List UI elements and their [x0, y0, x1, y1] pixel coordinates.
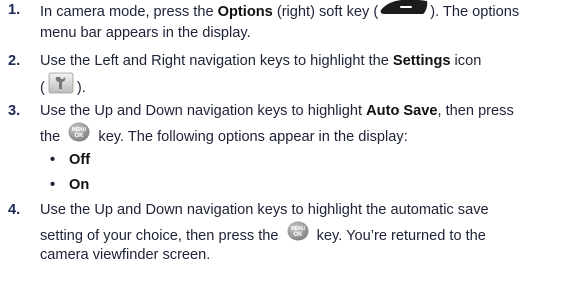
step-number: 4. [8, 202, 21, 218]
text-run: Use the Left and Right navigation keys t… [40, 53, 393, 69]
text-run: the [40, 128, 65, 145]
text-run: ). The options [430, 3, 520, 20]
step-line: Use the Up and Down navigation keys to h… [40, 101, 576, 124]
text-run: key. You’re returned to the [312, 227, 486, 244]
step-line: Use the Left and Right navigation keys t… [40, 51, 576, 74]
text-run: Use the Up and Down navigation keys to h… [40, 103, 367, 119]
step-line: Use the Up and Down navigation keys to h… [40, 202, 489, 218]
options-label: Options [217, 3, 273, 20]
menu-ok-key-icon: MENU OK [68, 122, 90, 148]
step-text: Use the Up and Down navigation keys to h… [40, 101, 576, 146]
text-run: icon [450, 53, 482, 69]
text-run: setting of your choice, then press the [40, 227, 283, 244]
step-text: In camera mode, press the Options (right… [40, 0, 576, 45]
step-number: 3. [8, 103, 21, 119]
text-run: (right) soft key ( [272, 3, 379, 20]
step-line: menu bar appears in the display. [40, 24, 251, 41]
step-number: 2. [8, 53, 21, 69]
auto-save-label: Auto Save [366, 103, 438, 119]
text-run: ). [76, 79, 86, 96]
bullet: • [50, 177, 56, 193]
text-run: In camera mode, press the [40, 3, 218, 20]
svg-text:OK: OK [293, 232, 303, 238]
step-line: setting of your choice, then press the M… [40, 221, 576, 247]
text-run: ( [40, 79, 45, 96]
step-line: In camera mode, press the Options (right… [40, 0, 576, 23]
step-text: Use the Left and Right navigation keys t… [40, 51, 576, 96]
bullet: • [50, 152, 56, 168]
option-label: On [69, 177, 90, 193]
menu-ok-key-icon: MENU OK [287, 221, 309, 247]
step-number: 1. [8, 2, 21, 18]
step-line: the MENU OK key. The following options ap… [40, 122, 576, 148]
text-run: key. The following options appear in the… [94, 128, 408, 145]
step-text: Use the Up and Down navigation keys to h… [40, 200, 576, 268]
step-line: camera viewfinder screen. [40, 247, 211, 264]
right-soft-key-icon [378, 0, 430, 22]
step-line: (). [40, 72, 576, 100]
settings-icon [48, 72, 74, 100]
option-label: Off [69, 152, 91, 168]
text-run: , then press [437, 103, 514, 119]
svg-text:OK: OK [75, 133, 85, 139]
settings-label: Settings [392, 53, 451, 69]
